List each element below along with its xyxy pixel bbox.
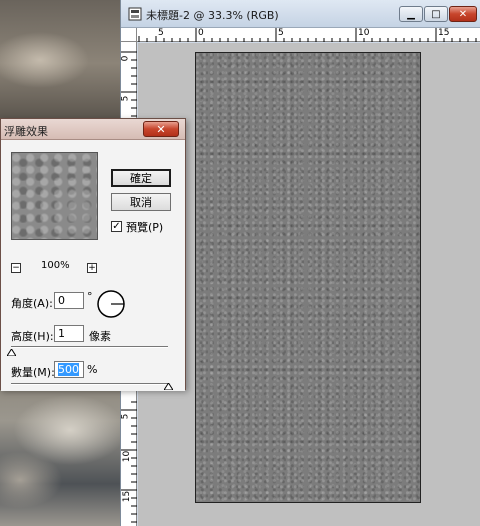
minimize-icon: ▁ xyxy=(407,8,415,20)
preview-checkbox[interactable]: ✓ xyxy=(111,221,122,232)
amount-slider[interactable] xyxy=(11,383,168,385)
ruler-top-label: 5 xyxy=(158,28,164,38)
angle-field[interactable]: 0 xyxy=(54,292,84,309)
minimize-button[interactable]: ▁ xyxy=(399,6,423,22)
height-slider-thumb[interactable] xyxy=(6,349,16,356)
dialog-close-button[interactable]: ✕ xyxy=(143,121,179,137)
cancel-button[interactable]: 取消 xyxy=(111,193,171,211)
close-icon: ✕ xyxy=(156,122,166,136)
dialog-titlebar[interactable]: 浮雕效果 ✕ xyxy=(1,119,185,140)
document-title: 未標題-2 @ 33.3% (RGB) xyxy=(146,9,279,22)
zoom-out-button[interactable]: − xyxy=(11,263,21,273)
canvas-area[interactable] xyxy=(138,43,480,526)
ruler-top-label: 15 xyxy=(438,28,450,38)
ok-button[interactable]: 確定 xyxy=(111,169,171,187)
dialog-title: 浮雕效果 xyxy=(4,125,48,138)
ruler-left-label: 5 xyxy=(120,95,131,102)
height-value: 1 xyxy=(58,327,65,340)
angle-label: 角度(A): xyxy=(11,297,53,310)
angle-dial-icon xyxy=(97,290,125,318)
dialog-body: − 100% + 確定 取消 ✓ 預覽(P) 角度(A): 0 ° 高度(H):… xyxy=(1,140,185,391)
amount-field[interactable]: 500 xyxy=(54,361,84,378)
angle-unit: ° xyxy=(87,290,93,303)
amount-label: 數量(M): xyxy=(11,366,55,379)
document-titlebar[interactable]: 未標題-2 @ 33.3% (RGB) ▁ □ ✕ xyxy=(121,0,480,28)
ruler-left-label: 15 xyxy=(122,490,133,503)
zoom-in-button[interactable]: + xyxy=(87,263,97,273)
ruler-corner xyxy=(121,28,137,42)
maximize-button[interactable]: □ xyxy=(424,6,448,22)
angle-dial[interactable] xyxy=(96,289,126,319)
zoom-level: 100% xyxy=(41,260,70,271)
preview-checkbox-label[interactable]: 預覽(P) xyxy=(126,219,163,235)
ruler-left-label: 5 xyxy=(120,413,131,420)
amount-slider-thumb[interactable] xyxy=(163,383,173,390)
height-slider[interactable] xyxy=(11,346,168,348)
ruler-top[interactable]: 5 0 5 10 15 xyxy=(137,28,480,42)
close-button[interactable]: ✕ xyxy=(449,6,477,22)
app-icon xyxy=(128,7,142,21)
ruler-left-label: 10 xyxy=(122,450,133,463)
height-label: 高度(H): xyxy=(11,330,54,343)
amount-unit: % xyxy=(87,363,98,376)
artboard-embossed-texture[interactable] xyxy=(195,52,421,503)
angle-value: 0 xyxy=(58,294,65,307)
height-unit: 像素 xyxy=(89,330,111,343)
height-field[interactable]: 1 xyxy=(54,325,84,342)
emboss-dialog: 浮雕效果 ✕ − 100% + 確定 取消 ✓ 預覽(P) 角度(A): 0 °… xyxy=(0,118,186,391)
ruler-top-label: 5 xyxy=(278,28,284,38)
ruler-top-label: 0 xyxy=(198,28,204,38)
amount-value: 500 xyxy=(58,363,79,376)
filter-preview[interactable] xyxy=(11,152,98,240)
maximize-icon: □ xyxy=(431,8,441,20)
ruler-top-label: 10 xyxy=(358,28,370,38)
close-icon: ✕ xyxy=(458,8,468,20)
ruler-left-label: 0 xyxy=(120,55,131,62)
